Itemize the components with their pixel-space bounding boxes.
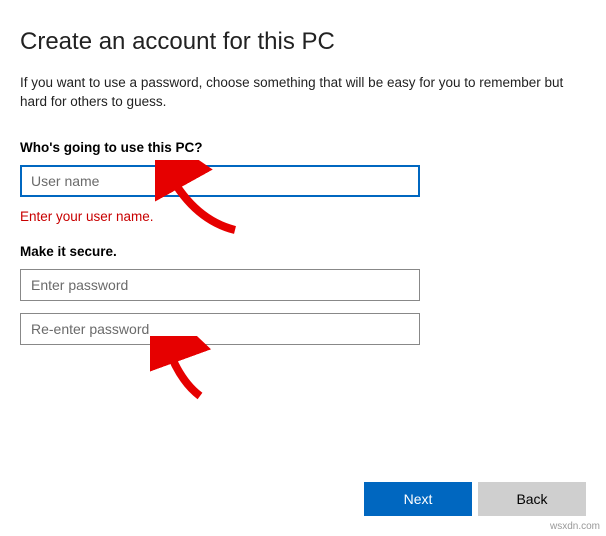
back-button[interactable]: Back: [478, 482, 586, 516]
reenter-password-input[interactable]: [20, 313, 420, 345]
page-subtitle: If you want to use a password, choose so…: [20, 74, 586, 112]
watermark-text: wsxdn.com: [550, 521, 600, 532]
username-input[interactable]: [20, 165, 420, 197]
page-title: Create an account for this PC: [20, 28, 586, 56]
password-section-label: Make it secure.: [20, 244, 586, 259]
annotation-arrow-icon: [150, 336, 220, 406]
password-input[interactable]: [20, 269, 420, 301]
footer-buttons: Next Back: [364, 482, 586, 516]
user-section-label: Who's going to use this PC?: [20, 140, 586, 155]
next-button[interactable]: Next: [364, 482, 472, 516]
username-error: Enter your user name.: [20, 209, 586, 224]
